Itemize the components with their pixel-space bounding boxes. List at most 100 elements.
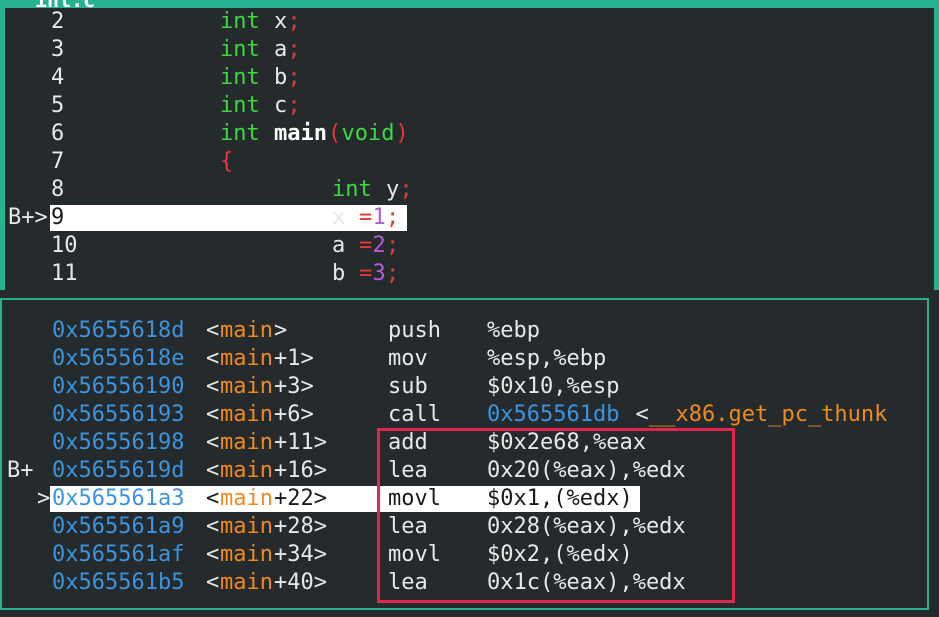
code-token: int xyxy=(220,93,273,118)
instruction-address: 0x56556198 xyxy=(52,430,185,455)
symbol-offset: +1> xyxy=(274,346,314,371)
code-token: ; xyxy=(287,37,301,62)
source-line[interactable]: B+> 9 x = 1; xyxy=(5,204,935,232)
symbol-offset: +3> xyxy=(274,374,314,399)
call-target-symbol: __x86.get_pc_thunk xyxy=(649,402,888,427)
code-token: = xyxy=(359,261,373,286)
code-token: int xyxy=(220,121,273,146)
symbol-offset: +16> xyxy=(274,458,327,483)
operands: %ebp xyxy=(487,318,540,343)
source-line[interactable]: 11 b = 3; xyxy=(5,260,935,288)
code-token: 1 xyxy=(372,205,386,230)
symbol-bracket-open: < xyxy=(206,542,220,567)
symbol-bracket-open: < xyxy=(206,318,220,343)
symbol-offset: +40> xyxy=(274,570,327,595)
source-line[interactable]: 7{ xyxy=(5,148,935,176)
code-token: int xyxy=(332,177,385,202)
code-token: ; xyxy=(287,65,301,90)
opcode: push xyxy=(388,318,441,343)
asm-line[interactable]: 0x56556193 < main +6> call 0x565561db < __x86.g… xyxy=(2,401,927,429)
code-token: a xyxy=(274,37,288,62)
code-token: x xyxy=(274,9,288,34)
instruction-address: 0x565561b5 xyxy=(52,570,185,595)
line-number: 2 xyxy=(51,9,65,34)
breakpoint-marker: B+> xyxy=(8,205,48,230)
line-number: 5 xyxy=(51,93,65,118)
code-token: ; xyxy=(386,205,400,230)
line-number: 9 xyxy=(51,205,65,230)
code-token: b xyxy=(332,261,359,286)
source-line[interactable]: 4 int b; xyxy=(5,64,935,92)
symbol-name: main xyxy=(220,346,273,371)
code-token: ( xyxy=(328,121,342,146)
call-target-address: 0x565561db xyxy=(487,402,620,427)
code-token: x xyxy=(332,205,359,230)
symbol-offset: > xyxy=(274,318,288,343)
symbol-offset: +6> xyxy=(274,402,314,427)
instruction-address: 0x565561a9 xyxy=(52,514,185,539)
code-token: 3 xyxy=(372,261,386,286)
code-token: ; xyxy=(287,93,301,118)
call-target-bracket: < xyxy=(635,402,649,427)
symbol-bracket-open: < xyxy=(206,514,220,539)
line-number: 11 xyxy=(51,261,78,286)
code-token: main xyxy=(274,121,327,146)
code-token: { xyxy=(220,149,234,174)
symbol-bracket-open: < xyxy=(206,402,220,427)
code-token: c xyxy=(274,93,288,118)
line-number: 6 xyxy=(51,121,65,146)
symbol-name: main xyxy=(220,318,273,343)
line-number: 4 xyxy=(51,65,65,90)
code-token: 2 xyxy=(372,233,386,258)
code-token: = xyxy=(359,233,373,258)
symbol-name: main xyxy=(220,542,273,567)
symbol-offset: +34> xyxy=(274,542,327,567)
symbol-bracket-open: < xyxy=(206,486,220,511)
line-number: 3 xyxy=(51,37,65,62)
asm-line[interactable]: 0x5655618d < main > push %ebp xyxy=(2,317,927,345)
instruction-address: 0x5655618d xyxy=(52,318,185,343)
source-pane[interactable]: int.c 2int x;3int a;4int b;5int c;6int m… xyxy=(0,0,939,290)
annotation-highlight-box xyxy=(377,428,735,603)
symbol-name: main xyxy=(220,514,273,539)
symbol-name: main xyxy=(220,486,273,511)
code-token: b xyxy=(274,65,288,90)
symbol-bracket-open: < xyxy=(206,374,220,399)
source-line[interactable]: 2 int x; xyxy=(5,8,935,36)
symbol-name: main xyxy=(220,402,273,427)
code-token: ; xyxy=(287,9,301,34)
symbol-bracket-open: < xyxy=(206,430,220,455)
code-token: a xyxy=(332,233,359,258)
symbol-offset: +11> xyxy=(274,430,327,455)
symbol-bracket-open: < xyxy=(206,346,220,371)
code-token: void xyxy=(341,121,395,146)
source-line[interactable]: 10 a = 2; xyxy=(5,232,935,260)
symbol-offset: +28> xyxy=(274,514,327,539)
asm-line[interactable]: 0x5655618e < main +1> mov %esp,%ebp xyxy=(2,345,927,373)
code-token: ) xyxy=(395,121,409,146)
instruction-address: 0x565561a3 xyxy=(52,486,185,511)
opcode: sub xyxy=(388,374,428,399)
source-line[interactable]: 3 int a; xyxy=(5,36,935,64)
source-line[interactable]: 5 int c; xyxy=(5,92,935,120)
code-token: int xyxy=(220,65,273,90)
instruction-address: 0x56556190 xyxy=(52,374,185,399)
code-token: int xyxy=(220,37,273,62)
symbol-name: main xyxy=(220,570,273,595)
operands: %esp,%ebp xyxy=(487,346,607,371)
operands: $0x10,%esp xyxy=(487,374,620,399)
source-line[interactable]: 8 int y; xyxy=(5,176,935,204)
opcode: call xyxy=(388,402,441,427)
symbol-bracket-open: < xyxy=(206,458,220,483)
asm-marker: > xyxy=(37,486,51,511)
line-number: 7 xyxy=(51,149,65,174)
source-line[interactable]: 6 int main(void) xyxy=(5,120,935,148)
symbol-offset: +22> xyxy=(274,486,327,511)
symbol-name: main xyxy=(220,430,273,455)
asm-line[interactable]: 0x56556190 < main +3> sub $0x10,%esp xyxy=(2,373,927,401)
asm-marker: B+ xyxy=(7,458,34,483)
code-token: int xyxy=(220,9,273,34)
instruction-address: 0x5655619d xyxy=(52,458,185,483)
line-number: 8 xyxy=(51,177,65,202)
code-token: y xyxy=(386,177,400,202)
